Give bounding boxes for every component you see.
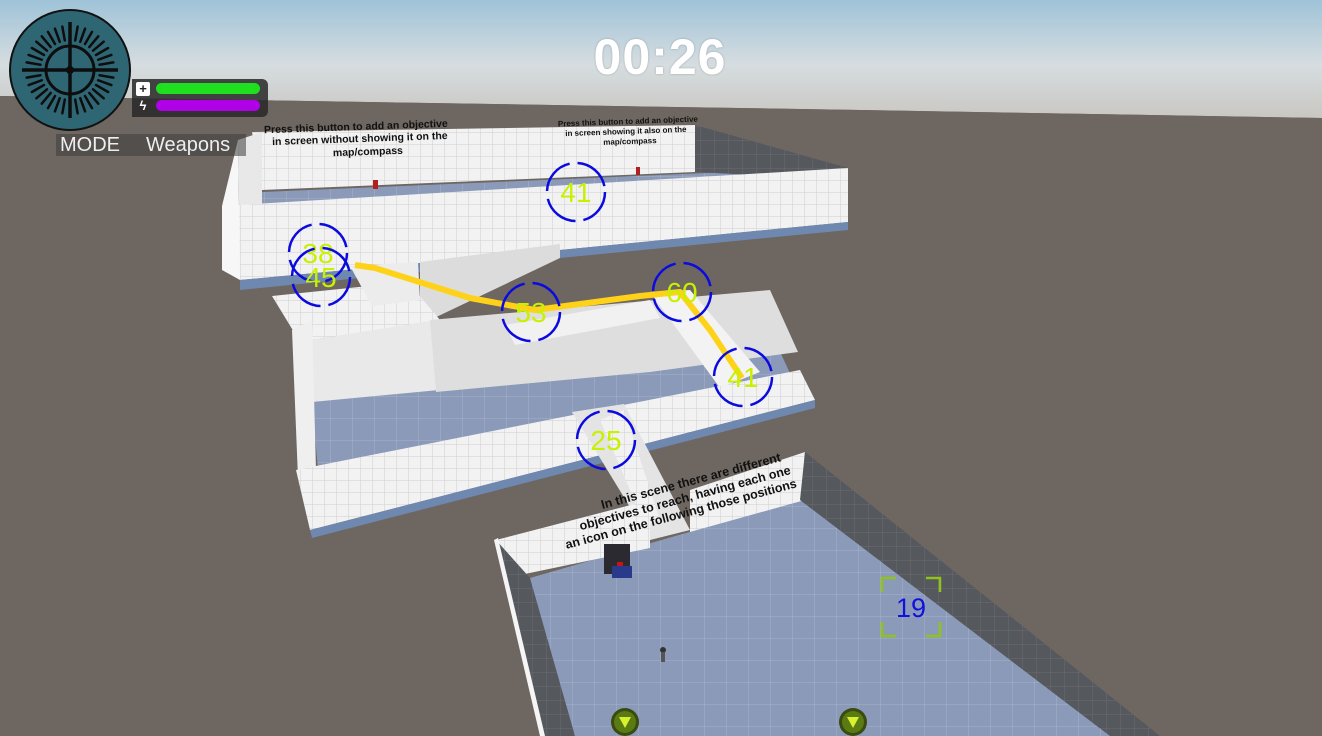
mode-bar: MODE Weapons [56,134,246,156]
compass-icon [9,9,131,131]
target-distance: 19 [896,593,926,623]
objective-distance: 60 [666,277,697,308]
arrow-down-icon [839,708,867,736]
objective-distance: 41 [560,177,591,208]
objective-distance: 25 [590,425,621,456]
objective-distance: 45 [305,262,336,293]
objective-distance: 41 [727,362,758,393]
weapons-label[interactable]: Weapons [142,134,234,157]
sign-text: map/compass [333,145,404,159]
status-bars: + ϟ [132,79,268,117]
match-timer: 00:26 [593,29,727,85]
plus-icon: + [136,82,150,96]
objective-distance: 53 [515,297,546,328]
energy-bar [156,100,260,111]
lightning-icon: ϟ [139,98,147,113]
health-bar [156,83,260,94]
sign-text: map/compass [603,136,657,147]
arrow-down-icon [611,708,639,736]
mode-label[interactable]: MODE [56,134,124,157]
